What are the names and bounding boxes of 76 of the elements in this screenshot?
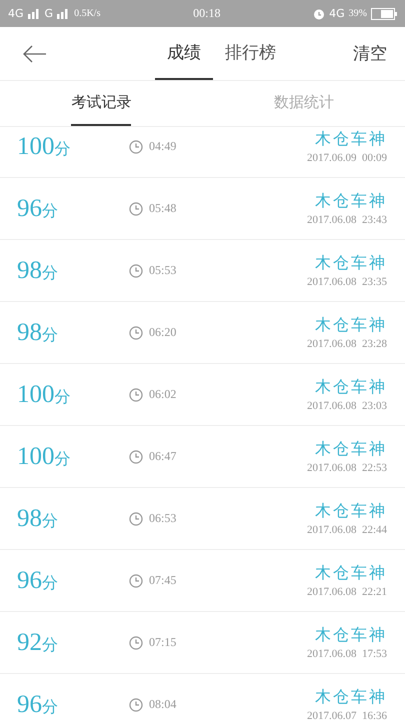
- user-name: 木仓车神: [315, 253, 387, 274]
- score-text: 100分: [17, 380, 72, 408]
- record-row[interactable]: 98分 05:53 木仓车神 2017.06.08 23:35: [0, 240, 405, 302]
- record-row[interactable]: 100分 06:02 木仓车神 2017.06.08 23:03: [0, 364, 405, 426]
- network-label: 4G: [8, 7, 24, 20]
- duration-text: 07:45: [149, 573, 176, 588]
- header-tab[interactable]: 排行榜: [213, 27, 288, 80]
- clock-icon: [129, 264, 143, 278]
- record-row[interactable]: 98分 06:53 木仓车神 2017.06.08 22:44: [0, 488, 405, 550]
- user-name: 木仓车神: [315, 625, 387, 646]
- date-text: 2017.06.08 23:28: [306, 338, 387, 350]
- user-name: 木仓车神: [315, 501, 387, 522]
- clock-icon: [129, 140, 143, 154]
- network-label: 4G: [329, 7, 345, 20]
- user-name: 木仓车神: [315, 439, 387, 460]
- back-arrow-icon: [23, 44, 47, 62]
- duration-text: 06:53: [149, 511, 176, 526]
- date-text: 2017.06.08 23:35: [306, 276, 387, 288]
- record-row[interactable]: 100分 04:49 木仓车神 2017.06.09 00:09: [0, 127, 405, 178]
- clock-icon: [129, 636, 143, 650]
- clock-icon: [129, 698, 143, 712]
- user-name: 木仓车神: [315, 191, 387, 212]
- duration-text: 08:04: [149, 697, 176, 712]
- score-text: 96分: [17, 566, 59, 594]
- date-text: 2017.06.08 22:44: [306, 524, 387, 536]
- alarm-icon: [313, 8, 326, 20]
- date-text: 2017.06.07 16:36: [306, 710, 387, 720]
- record-row[interactable]: 96分 05:48 木仓车神 2017.06.08 23:43: [0, 178, 405, 240]
- score-text: 92分: [17, 628, 59, 656]
- network-label: G: [44, 7, 54, 20]
- sub-tab[interactable]: 考试记录: [0, 81, 202, 126]
- date-text: 2017.06.08 23:43: [306, 214, 387, 226]
- duration-text: 06:20: [149, 325, 176, 340]
- speed-text: 0.5K/s: [74, 8, 100, 19]
- date-text: 2017.06.08 22:21: [306, 586, 387, 598]
- score-text: 98分: [17, 504, 59, 532]
- duration-text: 04:49: [149, 139, 176, 154]
- user-name: 木仓车神: [315, 563, 387, 584]
- clock-icon: [129, 450, 143, 464]
- record-row[interactable]: 92分 07:15 木仓车神 2017.06.08 17:53: [0, 612, 405, 674]
- signal-icon: [57, 8, 70, 18]
- date-text: 2017.06.08 22:53: [306, 462, 387, 474]
- user-name: 木仓车神: [315, 315, 387, 336]
- duration-text: 05:48: [149, 201, 176, 216]
- record-row[interactable]: 98分 06:20 木仓车神 2017.06.08 23:28: [0, 302, 405, 364]
- user-name: 木仓车神: [315, 687, 387, 708]
- duration-text: 07:15: [149, 635, 176, 650]
- record-row[interactable]: 100分 06:47 木仓车神 2017.06.08 22:53: [0, 426, 405, 488]
- clock-icon: [129, 388, 143, 402]
- date-text: 2017.06.08 17:53: [306, 648, 387, 660]
- score-text: 100分: [17, 132, 72, 160]
- date-text: 2017.06.08 23:03: [306, 400, 387, 412]
- clock-icon: [129, 326, 143, 340]
- date-text: 2017.06.09 00:09: [306, 152, 387, 164]
- duration-text: 06:02: [149, 387, 176, 402]
- battery-text: 39%: [348, 8, 367, 19]
- clock-icon: [129, 512, 143, 526]
- clock-text: 00:18: [193, 6, 220, 21]
- clock-icon: [129, 574, 143, 588]
- user-name: 木仓车神: [315, 129, 387, 150]
- clock-icon: [129, 202, 143, 216]
- record-row[interactable]: 96分 07:45 木仓车神 2017.06.08 22:21: [0, 550, 405, 612]
- header-tab[interactable]: 成绩: [155, 27, 213, 80]
- duration-text: 06:47: [149, 449, 176, 464]
- sub-tab[interactable]: 数据统计: [202, 81, 405, 126]
- user-name: 木仓车神: [315, 377, 387, 398]
- clear-button[interactable]: 清空: [343, 27, 405, 80]
- score-text: 98分: [17, 318, 59, 346]
- score-text: 100分: [17, 442, 72, 470]
- score-text: 98分: [17, 256, 59, 284]
- score-text: 96分: [17, 690, 59, 718]
- record-row[interactable]: 96分 08:04 木仓车神 2017.06.07 16:36: [0, 674, 405, 720]
- score-text: 96分: [17, 194, 59, 222]
- duration-text: 05:53: [149, 263, 176, 278]
- signal-icon: [28, 8, 41, 18]
- battery-icon: [371, 8, 397, 20]
